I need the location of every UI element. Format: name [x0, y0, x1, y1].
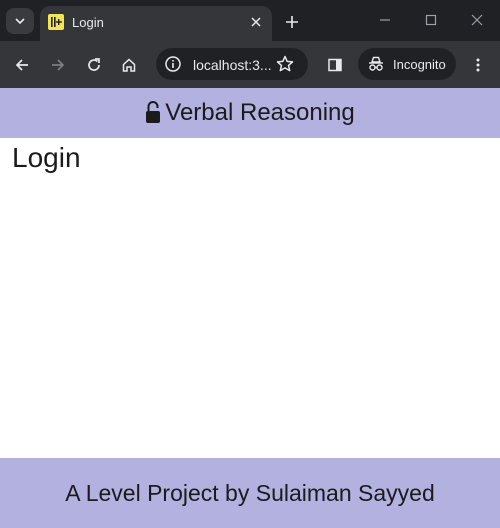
star-icon[interactable]: [275, 54, 295, 74]
footer-credit: A Level Project by Sulaiman Sayyed: [65, 479, 435, 506]
tab-close-button[interactable]: [246, 12, 266, 32]
browser-tab-active[interactable]: Login: [40, 6, 272, 41]
forward-arrow-icon: [52, 59, 65, 71]
side-panel-icon: [328, 58, 342, 72]
side-panel-button[interactable]: [322, 52, 348, 78]
tab-title: Login: [72, 15, 104, 30]
plus-icon: [286, 16, 298, 28]
back-arrow-icon: [15, 59, 28, 71]
browser-tabstrip: Login: [0, 0, 500, 41]
minimize-icon: [380, 19, 390, 21]
incognito-label: Incognito: [393, 57, 446, 72]
incognito-icon: [369, 56, 383, 71]
reload-icon: [88, 58, 100, 71]
tab-search-button[interactable]: [6, 8, 34, 34]
window-close-button[interactable]: [462, 8, 492, 32]
home-button[interactable]: [116, 52, 142, 78]
maximize-button[interactable]: [416, 8, 446, 32]
new-tab-button[interactable]: [280, 10, 304, 34]
close-icon: [471, 14, 483, 26]
browser-menu-button[interactable]: [465, 52, 491, 78]
incognito-indicator[interactable]: Incognito: [358, 48, 456, 80]
lock-icon: [146, 101, 161, 123]
kebab-menu-icon: [476, 58, 480, 72]
project-favicon-icon: [48, 14, 64, 30]
address-bar-url[interactable]: localhost:3...: [193, 57, 272, 73]
forward-button[interactable]: [45, 52, 71, 78]
info-icon[interactable]: [164, 55, 182, 73]
maximize-icon: [425, 14, 437, 26]
site-header: Verbal Reasoning: [0, 88, 500, 138]
close-icon: [251, 17, 261, 27]
chevron-down-icon: [15, 18, 25, 25]
page-title: Login: [12, 142, 81, 173]
back-button[interactable]: [9, 52, 35, 78]
browser-toolbar: localhost:3... Incognito: [0, 41, 500, 88]
site-footer: A Level Project by Sulaiman Sayyed: [0, 458, 500, 528]
address-bar[interactable]: localhost:3...: [156, 48, 308, 80]
home-icon: [122, 58, 136, 72]
minimize-button[interactable]: [370, 8, 400, 32]
site-title: Verbal Reasoning: [165, 99, 355, 126]
reload-button[interactable]: [81, 52, 107, 78]
